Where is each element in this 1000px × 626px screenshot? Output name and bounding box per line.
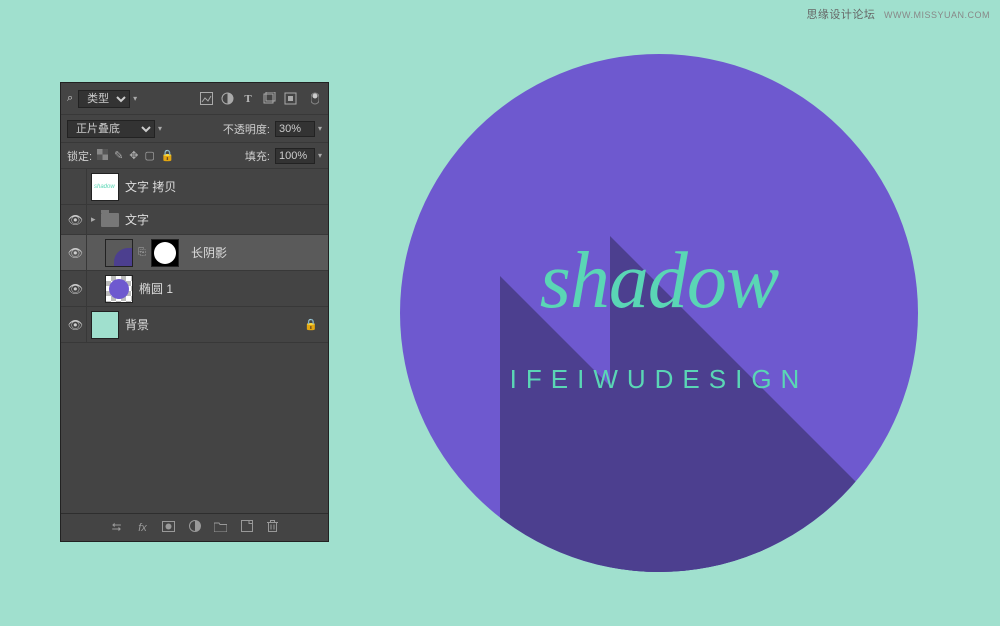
layer-name-label: 长阴影: [191, 244, 227, 261]
filter-toggle-icon[interactable]: [308, 92, 322, 106]
watermark-sub: WWW.MISSYUAN.COM: [884, 10, 990, 20]
layers-list: shadow 文字 拷贝 👁 ▸ 文字 👁 ⎘ 长阴影 👁: [61, 169, 328, 513]
lock-fill-row: 锁定: ✎ ✥ ▢ 🔒 填充: ▾: [61, 143, 328, 169]
fill-label: 填充:: [245, 148, 270, 164]
lock-icon[interactable]: 🔒: [304, 318, 318, 331]
art-title-text: shadow: [400, 236, 918, 327]
layer-name-label: 背景: [125, 316, 149, 333]
adjustment-icon[interactable]: [188, 520, 202, 535]
layer-item-text-folder[interactable]: 👁 ▸ 文字: [61, 205, 328, 235]
blend-opacity-row: 正片叠底 ▾ 不透明度: ▾: [61, 115, 328, 143]
search-icon: ⌕: [67, 92, 73, 105]
link-layers-icon[interactable]: ⮀: [110, 520, 124, 535]
filter-adjust-icon[interactable]: [220, 92, 234, 106]
group-icon[interactable]: [214, 521, 228, 535]
layer-name-label: 文字: [125, 211, 149, 228]
canvas-preview: shadow IFEIWUDESIGN: [400, 54, 918, 572]
lock-position-icon[interactable]: ✥: [129, 149, 138, 162]
opacity-input[interactable]: [275, 121, 315, 137]
layer-item-ellipse[interactable]: 👁 椭圆 1: [61, 271, 328, 307]
filter-smart-icon[interactable]: [283, 92, 297, 106]
fx-icon[interactable]: fx: [136, 522, 150, 534]
layer-kind-filter[interactable]: 类型: [78, 90, 130, 108]
layer-thumbnail: [105, 275, 133, 303]
trash-icon[interactable]: [266, 520, 280, 535]
chevron-down-icon[interactable]: ▾: [318, 151, 322, 160]
layer-item-text-copy[interactable]: shadow 文字 拷贝: [61, 169, 328, 205]
filter-text-icon[interactable]: T: [241, 92, 255, 106]
lock-transparency-icon[interactable]: [97, 149, 108, 163]
visibility-toggle[interactable]: 👁: [65, 205, 87, 234]
layer-thumbnail-masked: ⎘: [105, 239, 179, 267]
ellipse-shape: shadow IFEIWUDESIGN: [400, 54, 918, 572]
visibility-toggle[interactable]: 👁: [65, 235, 87, 270]
panel-footer: ⮀ fx: [61, 513, 328, 541]
lock-icons-group: ✎ ✥ ▢ 🔒: [97, 149, 175, 163]
lock-all-icon[interactable]: 🔒: [161, 149, 175, 162]
layer-thumbnail: [91, 311, 119, 339]
layer-name-label: 椭圆 1: [139, 280, 173, 297]
folder-icon: [101, 213, 119, 227]
chevron-down-icon[interactable]: ▾: [318, 124, 322, 133]
lock-artboard-icon[interactable]: ▢: [145, 149, 155, 162]
visibility-toggle[interactable]: [65, 169, 87, 204]
watermark: 思缘设计论坛 WWW.MISSYUAN.COM: [806, 6, 990, 22]
art-subtitle-text: IFEIWUDESIGN: [400, 364, 918, 395]
visibility-toggle[interactable]: 👁: [65, 271, 87, 306]
new-layer-icon[interactable]: [240, 520, 254, 535]
blend-mode-select[interactable]: 正片叠底: [67, 120, 155, 138]
eye-icon: 👁: [68, 282, 83, 296]
chevron-down-icon: ▾: [158, 124, 162, 133]
layer-item-long-shadow[interactable]: 👁 ⎘ 长阴影: [61, 235, 328, 271]
opacity-label: 不透明度:: [223, 121, 270, 137]
lock-label: 锁定:: [67, 148, 92, 164]
visibility-toggle[interactable]: 👁: [65, 307, 87, 342]
lock-pixels-icon[interactable]: ✎: [114, 149, 123, 162]
layer-thumbnail: shadow: [91, 173, 119, 201]
eye-icon: 👁: [68, 213, 83, 227]
mask-icon[interactable]: [162, 521, 176, 535]
filter-row: ⌕ 类型 ▾ T: [61, 83, 328, 115]
filter-shape-icon[interactable]: [262, 92, 276, 106]
filter-icons: T: [199, 92, 322, 106]
layer-name-label: 文字 拷贝: [125, 178, 176, 195]
expand-chevron-icon[interactable]: ▸: [91, 214, 101, 225]
filter-image-icon[interactable]: [199, 92, 213, 106]
mask-link-icon[interactable]: ⎘: [136, 247, 148, 258]
eye-icon: 👁: [68, 318, 83, 332]
fill-input[interactable]: [275, 148, 315, 164]
watermark-main: 思缘设计论坛: [806, 9, 875, 21]
chevron-down-icon: ▾: [133, 94, 137, 103]
eye-icon: 👁: [68, 246, 83, 260]
layers-panel: ⌕ 类型 ▾ T 正片叠底 ▾ 不透明度: ▾ 锁定: ✎ ✥ ▢: [60, 82, 329, 542]
layer-item-background[interactable]: 👁 背景 🔒: [61, 307, 328, 343]
